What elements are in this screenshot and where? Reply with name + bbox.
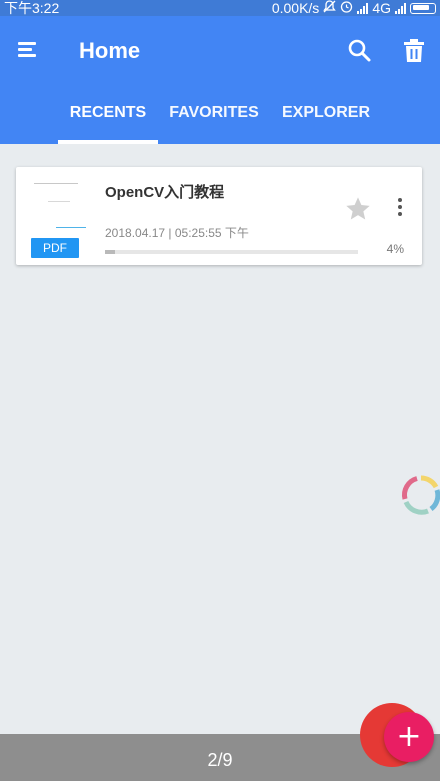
pdf-badge: PDF: [31, 238, 79, 258]
read-progress-label: 4%: [386, 242, 404, 256]
tab-bar: RECENTS FAVORITES EXPLORER: [0, 100, 440, 144]
file-date: 2018.04.17 | 05:25:55 下午: [105, 226, 249, 240]
battery-icon: [410, 2, 436, 14]
alarm-icon: [340, 0, 353, 16]
status-time: 下午3:22: [4, 0, 60, 16]
search-icon[interactable]: [347, 38, 373, 64]
plus-icon: +: [396, 719, 422, 754]
file-thumbnail: PDF: [26, 175, 96, 258]
add-button[interactable]: +: [384, 712, 434, 762]
status-icons: 0.00K/s 4G: [272, 0, 436, 16]
recent-file-card[interactable]: PDF OpenCV入门教程 2018.04.17 | 05:25:55 下午 …: [16, 167, 422, 265]
tab-favorites[interactable]: FAVORITES: [168, 100, 260, 144]
read-progress-bar: [105, 250, 358, 254]
page-indicator: 2/9: [207, 750, 233, 770]
net-speed: 0.00K/s: [271, 0, 320, 16]
read-progress-fill: [105, 250, 116, 254]
network-type: 4G: [372, 0, 391, 16]
tab-explorer[interactable]: EXPLORER: [280, 100, 372, 144]
signal-icon: [357, 2, 369, 14]
tab-recents[interactable]: RECENTS: [58, 100, 158, 144]
status-bar: 下午3:22 0.00K/s 4G: [0, 0, 440, 16]
active-tab-indicator: [58, 140, 158, 144]
trash-icon[interactable]: [402, 38, 426, 64]
app-bar: Home RECENTS FAVORITES EXPLORER: [0, 16, 440, 144]
file-name: OpenCV入门教程: [105, 184, 225, 201]
menu-icon[interactable]: [18, 40, 40, 60]
more-options-icon[interactable]: [394, 197, 406, 221]
loading-spinner-icon: [400, 474, 440, 516]
page-title: Home: [79, 38, 141, 63]
signal-icon-2: [395, 2, 406, 14]
star-icon[interactable]: [344, 195, 372, 223]
mute-icon: [323, 0, 337, 16]
